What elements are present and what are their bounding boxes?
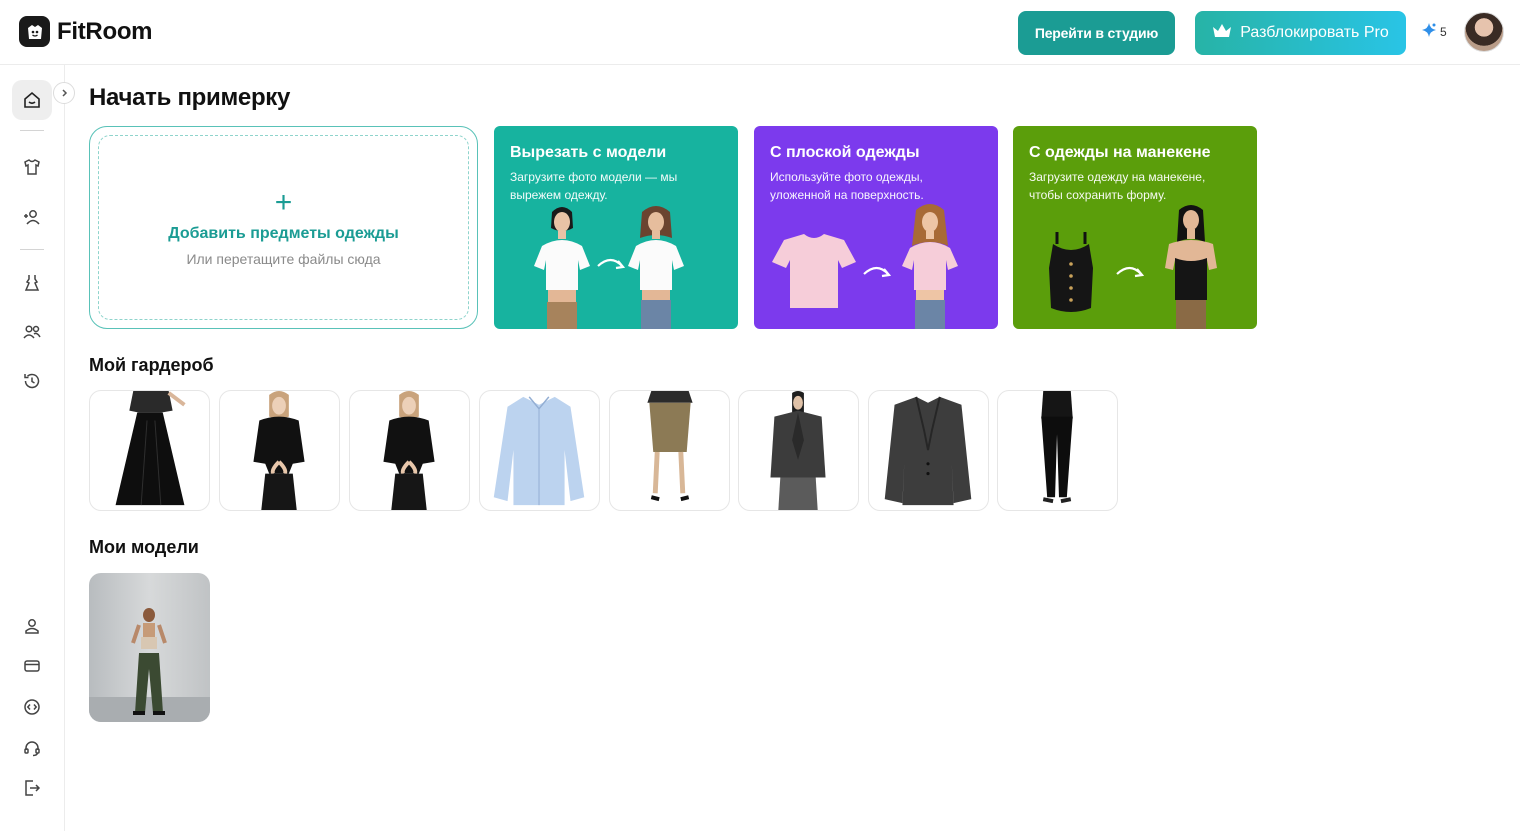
wardrobe-item[interactable]	[479, 390, 600, 511]
light-blue-shirt-image	[493, 396, 585, 506]
code-circle-icon	[24, 699, 40, 715]
charcoal-blazer-image	[884, 396, 972, 506]
unlock-pro-button[interactable]: Разблокировать Pro	[1195, 11, 1406, 55]
credit-card-icon	[24, 660, 40, 672]
users-icon	[23, 325, 41, 339]
sidebar-collapse-button[interactable]	[53, 82, 75, 104]
mode-card-title: Вырезать с модели	[510, 144, 667, 161]
mode-card-desc: Используйте фото одежды, уложенной на по…	[770, 170, 924, 202]
go-to-studio-label: Перейти в студию	[1034, 25, 1159, 41]
credits-indicator[interactable]: 5	[1421, 22, 1447, 41]
mode-card-title: С одежды на манекене	[1029, 144, 1211, 161]
sidebar-divider	[20, 130, 44, 131]
plus-icon: +	[274, 185, 293, 219]
mode-card-mannequin[interactable]: С одежды на манекене Загрузите одежду на…	[1013, 126, 1257, 329]
user-icon	[25, 619, 39, 634]
mode-card-flat-lay[interactable]: С плоской одежды Используйте фото одежды…	[754, 126, 998, 329]
sidebar-item-wardrobe[interactable]	[12, 147, 52, 187]
mode-card-desc: Загрузите одежду на манекене, чтобы сохр…	[1029, 170, 1206, 202]
wardrobe-item[interactable]	[868, 390, 989, 511]
mode-card-desc: Загрузите фото модели — мы вырежем одежд…	[510, 170, 678, 202]
sidebar-item-logout[interactable]	[12, 768, 52, 808]
wardrobe-item[interactable]	[609, 390, 730, 511]
history-icon	[24, 373, 40, 389]
home-smile-icon	[24, 91, 40, 108]
mode-card-title: С плоской одежды	[770, 144, 920, 161]
sidebar-item-add-model[interactable]	[12, 197, 52, 237]
dropzone-title: Добавить предметы одежды	[168, 224, 399, 242]
user-plus-icon	[24, 210, 40, 225]
sidebar-item-support[interactable]	[12, 728, 52, 768]
crown-icon	[1212, 23, 1232, 44]
black-cropped-jacket-image	[383, 391, 435, 510]
model-thumbnail[interactable]	[89, 573, 210, 722]
top-header: FitRoom Перейти в студию Разблокировать …	[0, 0, 1520, 65]
fitroom-logo-icon	[19, 16, 50, 47]
user-avatar[interactable]	[1464, 12, 1504, 52]
logo[interactable]: FitRoom	[19, 16, 153, 47]
tshirt-icon	[24, 159, 40, 175]
wardrobe-item[interactable]	[89, 390, 210, 511]
logout-icon	[25, 780, 41, 796]
logo-text: FitRoom	[57, 17, 153, 45]
wardrobe-item[interactable]	[738, 390, 859, 511]
sidebar-divider	[20, 249, 44, 250]
mode-card-from-model[interactable]: Вырезать с модели Загрузите фото модели …	[494, 126, 738, 329]
wardrobe-item[interactable]	[349, 390, 470, 511]
models-section-title: Мои модели	[89, 537, 199, 557]
black-cropped-jacket-image	[253, 391, 305, 510]
sidebar-item-profile[interactable]	[12, 606, 52, 646]
sparkle-icon	[1421, 22, 1437, 41]
sidebar-item-home[interactable]	[12, 80, 52, 120]
sidebar-item-models[interactable]	[12, 312, 52, 352]
chevron-right-icon	[62, 89, 68, 97]
sidebar-item-api[interactable]	[12, 687, 52, 727]
sidebar-item-billing[interactable]	[12, 646, 52, 686]
unlock-pro-label: Разблокировать Pro	[1240, 24, 1389, 41]
wardrobe-section-title: Мой гардероб	[89, 355, 214, 375]
wardrobe-item[interactable]	[997, 390, 1118, 511]
credits-count: 5	[1440, 24, 1447, 39]
dropzone-subtitle: Или перетащите файлы сюда	[186, 250, 381, 267]
page-title: Начать примерку	[89, 84, 291, 111]
black-leggings-image	[1041, 391, 1073, 504]
sidebar	[0, 65, 65, 831]
mannequin-to-model-illustration	[1049, 205, 1217, 329]
dress-icon	[24, 275, 40, 291]
grey-oversized-blazer-image	[770, 391, 826, 510]
dropzone-inner: + Добавить предметы одежды Или перетащит…	[98, 135, 469, 320]
add-garments-dropzone[interactable]: + Добавить предметы одежды Или перетащит…	[89, 126, 478, 329]
sidebar-item-outfits[interactable]	[12, 263, 52, 303]
go-to-studio-button[interactable]: Перейти в студию	[1018, 11, 1175, 55]
headset-icon	[24, 741, 40, 757]
model-photo	[89, 608, 210, 722]
sidebar-item-history[interactable]	[12, 361, 52, 401]
wardrobe-item[interactable]	[219, 390, 340, 511]
khaki-midi-skirt-image	[647, 391, 693, 502]
flat-to-model-illustration	[772, 204, 958, 329]
black-maxi-skirt-image	[115, 391, 186, 506]
model-to-garment-illustration	[534, 206, 684, 329]
